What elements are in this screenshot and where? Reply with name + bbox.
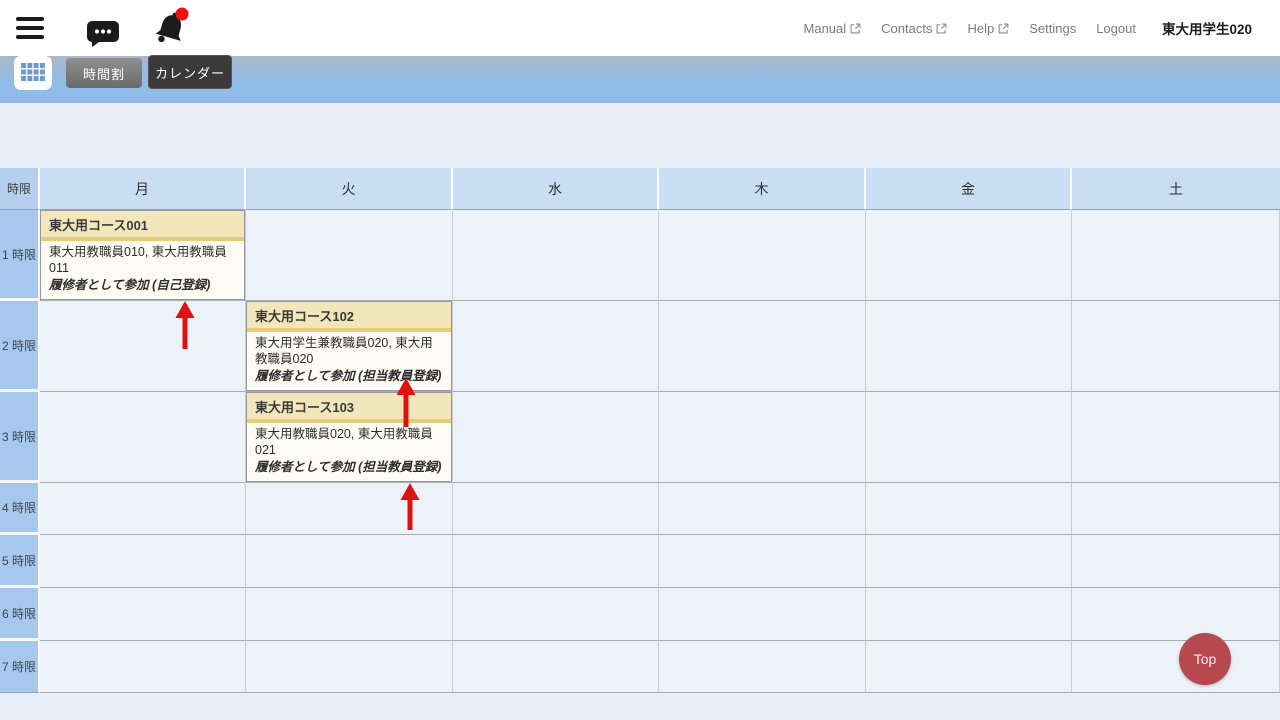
event-body: 東大用教職員010, 東大用教職員011 履修者として参加 (自己登録) — [41, 241, 244, 296]
app-tile[interactable] — [14, 56, 52, 90]
nav-logout-label: Logout — [1096, 21, 1136, 36]
event-body: 東大用教職員020, 東大用教職員021 履修者として参加 (担当教員登録) — [247, 423, 451, 478]
day-header-thu: 木 — [659, 168, 866, 210]
chat-icon[interactable] — [86, 20, 120, 48]
timetable-grid-icon — [21, 63, 45, 83]
event-title[interactable]: 東大用コース001 — [41, 211, 244, 241]
external-link-icon — [936, 23, 947, 34]
period-label-4: 4 時限 — [0, 483, 40, 535]
nav-contacts-label: Contacts — [881, 21, 932, 36]
calendar-cell[interactable] — [246, 483, 453, 535]
event-members: 東大用教職員020, 東大用教職員021 — [255, 427, 433, 457]
calendar-cell[interactable] — [246, 641, 453, 693]
calendar-cell[interactable] — [659, 210, 866, 301]
calendar-grid: 時限 月 火 水 木 金 土 1 時限 東大用コース001 東大用教職員010,… — [0, 168, 1280, 693]
calendar-cell[interactable] — [659, 588, 866, 641]
calendar-cell[interactable] — [246, 535, 453, 588]
period-label-1: 1 時限 — [0, 210, 40, 301]
day-header-tue: 火 — [246, 168, 453, 210]
calendar-cell[interactable] — [866, 210, 1072, 301]
calendar-cell[interactable] — [40, 535, 246, 588]
annotation-arrow-up — [174, 301, 196, 349]
calendar-cell[interactable] — [659, 392, 866, 483]
calendar-cell[interactable] — [453, 535, 659, 588]
calendar-cell[interactable] — [40, 483, 246, 535]
calendar-cell[interactable] — [1072, 483, 1280, 535]
calendar-cell[interactable] — [866, 535, 1072, 588]
calendar-cell[interactable]: 東大用コース103 東大用教職員020, 東大用教職員021 履修者として参加 … — [246, 392, 453, 483]
event-role: 履修者として参加 (自己登録) — [49, 277, 236, 293]
event-title[interactable]: 東大用コース103 — [247, 393, 451, 423]
calendar-cell[interactable] — [866, 301, 1072, 392]
nav-logout[interactable]: Logout — [1096, 21, 1136, 36]
calendar-cell[interactable] — [659, 483, 866, 535]
period-column-header: 時限 — [0, 168, 40, 210]
period-label-3: 3 時限 — [0, 392, 40, 483]
day-header-mon: 月 — [40, 168, 246, 210]
event-role: 履修者として参加 (担当教員登録) — [255, 459, 443, 475]
scroll-to-top-button[interactable]: Top — [1179, 633, 1231, 685]
annotation-arrow-up — [399, 483, 421, 530]
tab-timetable[interactable]: 時間割 — [66, 58, 142, 88]
calendar-cell[interactable]: 東大用コース001 東大用教職員010, 東大用教職員011 履修者として参加 … — [40, 210, 246, 301]
external-link-icon — [998, 23, 1009, 34]
day-header-sat: 土 — [1072, 168, 1280, 210]
event-members: 東大用学生兼教職員020, 東大用教職員020 — [255, 336, 433, 366]
period-label-6: 6 時限 — [0, 588, 40, 641]
event-card-course102[interactable]: 東大用コース102 東大用学生兼教職員020, 東大用教職員020 履修者として… — [246, 301, 452, 391]
calendar-cell[interactable] — [1072, 210, 1280, 301]
calendar-cell[interactable] — [453, 483, 659, 535]
calendar-cell[interactable] — [1072, 641, 1280, 693]
calendar-cell[interactable] — [1072, 588, 1280, 641]
filter-bar: 2023年度 今日 2024年03月28日 — [0, 103, 1280, 168]
nav-help-label: Help — [967, 21, 994, 36]
calendar-cell[interactable] — [659, 535, 866, 588]
calendar-cell[interactable] — [246, 210, 453, 301]
event-members: 東大用教職員010, 東大用教職員011 — [49, 245, 227, 275]
calendar-cell[interactable] — [866, 392, 1072, 483]
calendar-cell[interactable] — [866, 588, 1072, 641]
nav-help[interactable]: Help — [967, 21, 1009, 36]
nav-contacts[interactable]: Contacts — [881, 21, 947, 36]
top-nav: Manual Contacts Help Settings — [804, 0, 1252, 56]
period-label-5: 5 時限 — [0, 535, 40, 588]
day-header-wed: 水 — [453, 168, 659, 210]
tab-calendar[interactable]: カレンダー — [148, 55, 232, 89]
nav-settings[interactable]: Settings — [1029, 21, 1076, 36]
event-title[interactable]: 東大用コース102 — [247, 302, 451, 332]
nav-manual[interactable]: Manual — [804, 21, 862, 36]
calendar-cell[interactable] — [453, 301, 659, 392]
current-user[interactable]: 東大用学生020 — [1162, 18, 1252, 38]
calendar-cell[interactable] — [659, 301, 866, 392]
calendar-cell[interactable] — [453, 641, 659, 693]
annotation-arrow-up — [395, 378, 417, 427]
period-label-7: 7 時限 — [0, 641, 40, 693]
event-body: 東大用学生兼教職員020, 東大用教職員020 履修者として参加 (担当教員登録… — [247, 332, 451, 387]
nav-manual-label: Manual — [804, 21, 847, 36]
notifications-icon[interactable] — [148, 5, 192, 51]
calendar-cell[interactable] — [1072, 301, 1280, 392]
top-bar: Manual Contacts Help Settings — [0, 0, 1280, 56]
calendar-cell[interactable] — [246, 588, 453, 641]
calendar-cell[interactable] — [1072, 535, 1280, 588]
period-label-2: 2 時限 — [0, 301, 40, 392]
calendar-cell[interactable] — [40, 588, 246, 641]
calendar-cell[interactable] — [40, 301, 246, 392]
calendar-cell[interactable] — [866, 483, 1072, 535]
event-card-course103[interactable]: 東大用コース103 東大用教職員020, 東大用教職員021 履修者として参加 … — [246, 392, 452, 482]
calendar-cell[interactable] — [659, 641, 866, 693]
day-header-fri: 金 — [866, 168, 1072, 210]
calendar-cell[interactable] — [453, 210, 659, 301]
calendar-cell[interactable] — [1072, 392, 1280, 483]
calendar-cell[interactable] — [40, 392, 246, 483]
calendar-cell[interactable] — [453, 588, 659, 641]
menu-icon[interactable] — [16, 17, 44, 39]
calendar-cell[interactable] — [453, 392, 659, 483]
event-card-course001[interactable]: 東大用コース001 東大用教職員010, 東大用教職員011 履修者として参加 … — [40, 210, 245, 300]
nav-settings-label: Settings — [1029, 21, 1076, 36]
calendar-cell[interactable] — [866, 641, 1072, 693]
external-link-icon — [850, 23, 861, 34]
calendar-cell[interactable]: 東大用コース102 東大用学生兼教職員020, 東大用教職員020 履修者として… — [246, 301, 453, 392]
calendar-cell[interactable] — [40, 641, 246, 693]
